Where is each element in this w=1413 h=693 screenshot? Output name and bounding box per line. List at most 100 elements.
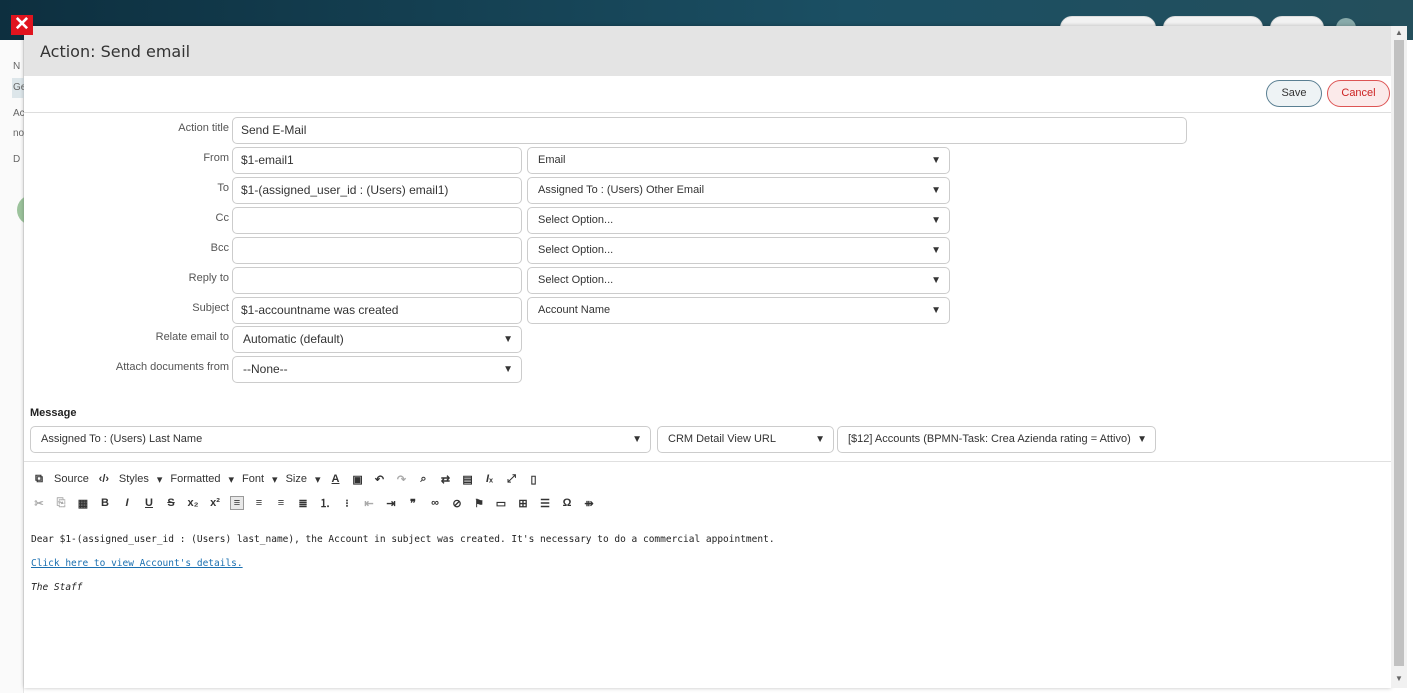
cut-icon[interactable]: ✂: [32, 497, 46, 510]
action-title-row: Action title Send E-Mail: [24, 117, 1391, 144]
page-break-icon[interactable]: ⇻: [582, 497, 596, 510]
subject-row: Subject $1-accountname was created Accou…: [24, 297, 1391, 324]
bulleted-list-icon[interactable]: ⁝: [340, 497, 354, 510]
from-input[interactable]: $1-email1: [232, 147, 522, 174]
copy-icon[interactable]: ⎘: [54, 497, 68, 510]
chevron-down-icon: ▼: [931, 215, 941, 226]
underline-icon[interactable]: U: [142, 497, 156, 509]
reply-to-row: Reply to Select Option... ▼: [24, 267, 1391, 294]
reply-to-label: Reply to: [188, 272, 229, 284]
save-button[interactable]: Save: [1266, 80, 1322, 107]
indent-icon[interactable]: ⇥: [384, 497, 398, 510]
redo-icon[interactable]: ↷: [395, 473, 409, 486]
italic-icon[interactable]: I: [120, 497, 134, 509]
subject-input[interactable]: $1-accountname was created: [232, 297, 522, 324]
scroll-down-icon[interactable]: ▼: [1395, 674, 1403, 683]
scroll-up-icon[interactable]: ▲: [1395, 28, 1403, 37]
account-details-link[interactable]: Click here to view Account's details.: [31, 558, 243, 569]
message-body-line: Dear $1-(assigned_user_id : (Users) last…: [31, 534, 775, 545]
subscript-icon[interactable]: x₂: [186, 497, 200, 509]
align-left-icon[interactable]: ≡: [230, 496, 244, 510]
reply-to-input[interactable]: [232, 267, 522, 294]
attach-select[interactable]: --None-- ▼: [232, 356, 522, 383]
relate-row: Relate email to Automatic (default) ▼: [24, 326, 1391, 353]
format-dropdown[interactable]: Formatted: [170, 473, 220, 485]
anchor-flag-icon[interactable]: ⚑: [472, 497, 486, 510]
find-icon[interactable]: ⌕: [417, 473, 431, 486]
from-select-value: Email: [538, 154, 566, 166]
blockquote-icon[interactable]: ❞: [406, 497, 420, 510]
styles-dropdown[interactable]: Styles: [119, 473, 149, 485]
cancel-button[interactable]: Cancel: [1327, 80, 1390, 107]
chevron-down-icon: ▾: [156, 473, 163, 486]
cc-select[interactable]: Select Option... ▼: [527, 207, 950, 234]
to-select[interactable]: Assigned To : (Users) Other Email ▼: [527, 177, 950, 204]
close-icon[interactable]: ✕: [11, 15, 33, 35]
code-icon[interactable]: ‹/›: [97, 473, 111, 485]
scrollbar[interactable]: ▲ ▼: [1391, 26, 1407, 688]
paste-icon[interactable]: ▦: [76, 497, 90, 510]
chevron-down-icon: ▾: [228, 473, 235, 486]
replace-icon[interactable]: ⇄: [439, 473, 453, 486]
from-select[interactable]: Email ▼: [527, 147, 950, 174]
message-signature: The Staff: [31, 582, 83, 593]
strikethrough-icon[interactable]: S: [164, 497, 178, 509]
chevron-down-icon: ▼: [503, 364, 513, 375]
cc-label: Cc: [215, 212, 229, 224]
chevron-down-icon: ▾: [314, 473, 321, 486]
scrollbar-thumb[interactable]: [1394, 40, 1404, 666]
action-title-input[interactable]: Send E-Mail: [232, 117, 1187, 144]
unlink-icon[interactable]: ⊘: [450, 497, 464, 510]
subject-select[interactable]: Account Name ▼: [527, 297, 950, 324]
justify-icon[interactable]: ≣: [296, 497, 310, 510]
bcc-input[interactable]: [232, 237, 522, 264]
cc-select-value: Select Option...: [538, 214, 614, 226]
image-icon[interactable]: ▭: [494, 497, 508, 510]
chevron-down-icon: ▼: [503, 334, 513, 345]
dialog-actions: Save Cancel: [24, 78, 1391, 113]
cc-input[interactable]: [232, 207, 522, 234]
source-button[interactable]: Source: [54, 473, 89, 485]
font-dropdown[interactable]: Font: [242, 473, 264, 485]
chevron-down-icon: ▼: [1137, 434, 1147, 445]
text-color-icon[interactable]: A: [329, 473, 343, 485]
message-record-select-value: [$12] Accounts (BPMN-Task: Crea Azienda …: [848, 433, 1131, 445]
size-dropdown[interactable]: Size: [286, 473, 307, 485]
align-center-icon[interactable]: ≡: [252, 497, 266, 509]
reply-to-select[interactable]: Select Option... ▼: [527, 267, 950, 294]
chevron-down-icon: ▼: [931, 305, 941, 316]
bg-letter: N: [13, 61, 21, 72]
chevron-down-icon: ▼: [931, 275, 941, 286]
message-field-select[interactable]: Assigned To : (Users) Last Name ▼: [30, 426, 651, 453]
chevron-down-icon: ▼: [632, 434, 642, 445]
bold-icon[interactable]: B: [98, 497, 112, 509]
to-input[interactable]: $1-(assigned_user_id : (Users) email1): [232, 177, 522, 204]
message-url-select-value: CRM Detail View URL: [668, 433, 776, 445]
subject-label: Subject: [192, 302, 229, 314]
select-all-icon[interactable]: ▤: [461, 473, 475, 486]
superscript-icon[interactable]: x²: [208, 497, 222, 509]
bcc-select[interactable]: Select Option... ▼: [527, 237, 950, 264]
table-icon[interactable]: ⊞: [516, 497, 530, 510]
horizontal-line-icon[interactable]: ☰: [538, 497, 552, 510]
bg-letter: no: [13, 128, 25, 139]
chevron-down-icon: ▾: [272, 473, 278, 486]
message-record-select[interactable]: [$12] Accounts (BPMN-Task: Crea Azienda …: [837, 426, 1156, 453]
cc-row: Cc Select Option... ▼: [24, 207, 1391, 234]
attach-select-value: --None--: [243, 362, 288, 376]
message-url-select[interactable]: CRM Detail View URL ▼: [657, 426, 834, 453]
background-color-icon[interactable]: ▣: [351, 473, 365, 486]
link-icon[interactable]: ∞: [428, 497, 442, 509]
outdent-icon[interactable]: ⇤: [362, 497, 376, 510]
numbered-list-icon[interactable]: ⒈: [318, 495, 332, 511]
special-char-icon[interactable]: Ω: [560, 497, 574, 509]
align-right-icon[interactable]: ≡: [274, 497, 288, 509]
undo-icon[interactable]: ↶: [373, 473, 387, 486]
show-blocks-icon[interactable]: ▯: [527, 473, 541, 486]
message-label: Message: [30, 407, 77, 419]
remove-format-icon[interactable]: Iₓ: [483, 473, 497, 485]
chevron-down-icon: ▼: [931, 245, 941, 256]
maximize-icon[interactable]: ⤢: [505, 473, 519, 486]
source-icon[interactable]: ⧉: [32, 473, 46, 486]
relate-select[interactable]: Automatic (default) ▼: [232, 326, 522, 353]
